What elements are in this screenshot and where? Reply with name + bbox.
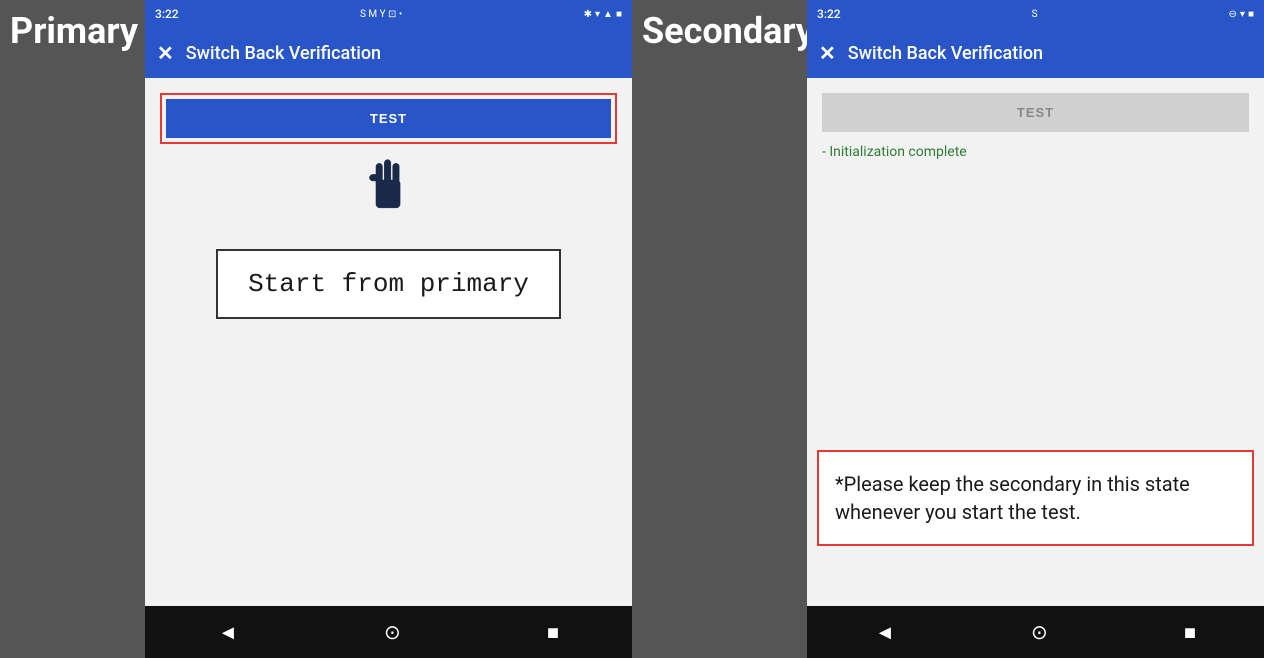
primary-close-icon[interactable]: ✕ xyxy=(157,41,174,65)
secondary-phone: 3:22 S ⊖ ▾ ■ ✕ Switch Back Verification … xyxy=(807,0,1264,658)
secondary-signal-icon: ⊖ xyxy=(1229,9,1237,20)
secondary-status-time: 3:22 xyxy=(817,7,841,21)
primary-app-title: Switch Back Verification xyxy=(186,43,381,64)
secondary-wifi-icon: ▾ xyxy=(1240,9,1245,20)
primary-back-button[interactable]: ◄ xyxy=(218,620,238,645)
primary-test-btn-wrapper: TEST xyxy=(160,93,617,144)
secondary-app-title: Switch Back Verification xyxy=(848,43,1043,64)
primary-panel: Primary 3:22 S M Y ⊡ • ✱ ▾ ▲ ■ ✕ Switch … xyxy=(0,0,632,658)
start-from-primary-box: Start from primary xyxy=(216,249,561,319)
secondary-status-icons-left: S xyxy=(1032,9,1038,20)
primary-status-icons-left: S M Y ⊡ • xyxy=(360,9,402,20)
primary-signal-icon: ▲ xyxy=(603,9,613,20)
secondary-battery-icon: ■ xyxy=(1248,9,1254,20)
secondary-panel: Secondary 3:22 S ⊖ ▾ ■ ✕ Switch Back Ver… xyxy=(632,0,1264,658)
secondary-home-button[interactable]: ⊙ xyxy=(1031,620,1048,644)
primary-label-area: Primary xyxy=(0,0,145,658)
primary-app-bar: ✕ Switch Back Verification xyxy=(145,28,632,78)
secondary-recent-button[interactable]: ■ xyxy=(1184,620,1196,645)
secondary-status-icons-right: ⊖ ▾ ■ xyxy=(1229,9,1254,20)
secondary-status-bar: 3:22 S ⊖ ▾ ■ xyxy=(807,0,1264,28)
secondary-close-icon[interactable]: ✕ xyxy=(819,41,836,65)
secondary-status-icon-s: S xyxy=(1032,9,1038,20)
start-from-primary-text: Start from primary xyxy=(248,269,529,299)
primary-home-button[interactable]: ⊙ xyxy=(384,620,401,644)
primary-status-icons: S M Y ⊡ • xyxy=(360,9,402,20)
primary-status-bar: 3:22 S M Y ⊡ • ✱ ▾ ▲ ■ xyxy=(145,0,632,28)
hand-cursor-icon xyxy=(361,154,416,219)
secondary-app-bar: ✕ Switch Back Verification xyxy=(807,28,1264,78)
primary-nav-bar: ◄ ⊙ ■ xyxy=(145,606,632,658)
primary-test-button[interactable]: TEST xyxy=(166,99,611,138)
primary-recent-button[interactable]: ■ xyxy=(547,620,559,645)
primary-label: Primary xyxy=(10,10,138,52)
primary-hand-cursor-area xyxy=(160,154,617,219)
secondary-label-area: Secondary xyxy=(632,0,807,658)
primary-status-icons-right: ✱ ▾ ▲ ■ xyxy=(584,9,622,20)
secondary-notice-box: *Please keep the secondary in this state… xyxy=(817,450,1254,546)
primary-battery-icon: ■ xyxy=(616,9,622,20)
secondary-label: Secondary xyxy=(642,10,814,52)
secondary-test-button[interactable]: TEST xyxy=(822,93,1249,132)
secondary-nav-bar: ◄ ⊙ ■ xyxy=(807,606,1264,658)
secondary-phone-body: TEST - Initialization complete *Please k… xyxy=(807,78,1264,606)
init-complete-text: - Initialization complete xyxy=(822,144,1249,160)
primary-status-time: 3:22 xyxy=(155,7,179,21)
primary-bluetooth-icon: ✱ xyxy=(584,9,592,20)
primary-phone-body: TEST xyxy=(145,78,632,606)
primary-phone: 3:22 S M Y ⊡ • ✱ ▾ ▲ ■ ✕ Switch Back Ver… xyxy=(145,0,632,658)
primary-wifi-icon: ▾ xyxy=(595,9,600,20)
secondary-back-button[interactable]: ◄ xyxy=(875,620,895,645)
secondary-notice-text: *Please keep the secondary in this state… xyxy=(835,472,1190,524)
